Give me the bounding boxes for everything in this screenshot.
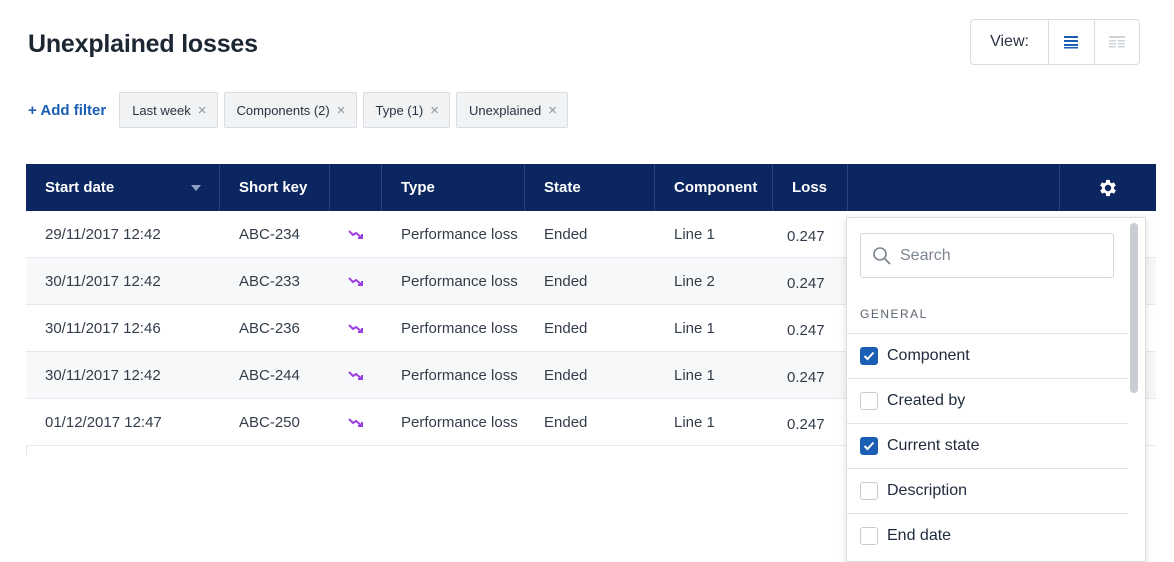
column-header-type[interactable]: Type [382,164,525,211]
table-header: Start date Short key Type State Componen… [26,164,1156,211]
cell-loss: 0.247 [787,274,825,292]
view-switch: View: [970,19,1140,65]
cell-component: Line 1 [674,319,715,337]
trend-down-icon [330,352,382,398]
cell-type: Performance loss [401,413,518,431]
sort-descending-icon [191,184,201,191]
column-header-label: Type [401,179,435,196]
column-header-start-date[interactable]: Start date [26,164,220,211]
cell-short-key: ABC-250 [239,413,300,431]
cell-state: Ended [544,413,588,431]
checkbox-unchecked[interactable] [860,392,878,410]
column-header-state[interactable]: State [525,164,655,211]
section-heading: GENERAL [860,307,928,321]
column-option-label: Component [887,347,970,364]
list-view-icon [1064,36,1079,49]
filter-chip-type[interactable]: Type (1) × [362,92,450,128]
cell-short-key: ABC-236 [239,319,300,337]
column-header-loss[interactable]: Loss [773,164,848,211]
cell-start-date: 29/11/2017 12:42 [45,225,161,243]
cell-loss: 0.247 [787,227,825,245]
cell-type: Performance loss [401,272,518,290]
check-icon [863,351,875,361]
filter-chip-label: Type (1) [375,102,424,118]
close-icon[interactable]: × [430,102,439,119]
column-option-label: End date [887,527,952,544]
column-option-label: Description [887,482,968,499]
checkbox-unchecked[interactable] [860,482,878,500]
column-option-component[interactable]: Component [847,333,1128,378]
column-header-label: Short key [239,179,308,196]
gear-icon [1100,179,1116,196]
trend-down-icon [330,211,382,257]
column-option-end-date[interactable]: End date [847,513,1128,558]
check-icon [863,441,875,451]
column-header-label: Loss [792,179,828,196]
cell-type: Performance loss [401,319,518,337]
column-list: Component Created by Current state Descr… [847,333,1128,558]
filter-bar: + Add filter Last week × Components (2) … [28,92,574,128]
scrollbar-thumb[interactable] [1130,223,1138,393]
column-option-description[interactable]: Description [847,468,1128,513]
column-header-label: State [544,179,581,196]
cell-state: Ended [544,272,588,290]
checkbox-checked[interactable] [860,437,878,455]
trend-down-icon [330,258,382,304]
page-title: Unexplained losses [28,30,258,58]
close-icon[interactable]: × [548,102,557,119]
column-search-box[interactable] [860,233,1114,278]
filter-chip-label: Components (2) [236,102,330,118]
cell-component: Line 1 [674,413,715,431]
column-header-label: Start date [45,179,115,196]
column-search-input[interactable] [900,246,1100,265]
column-option-current-state[interactable]: Current state [847,423,1128,468]
filter-chip-unexplained[interactable]: Unexplained × [455,92,568,128]
grid-view-button[interactable] [1093,20,1139,64]
column-settings-button[interactable] [1060,164,1156,211]
column-option-created-by[interactable]: Created by [847,378,1128,423]
filter-chip-label: Last week [132,102,191,118]
view-label: View: [990,33,1029,50]
cell-component: Line 1 [674,225,715,243]
cell-loss: 0.247 [787,415,825,433]
cell-component: Line 1 [674,366,715,384]
cell-loss: 0.247 [787,368,825,386]
cell-start-date: 30/11/2017 12:42 [45,366,161,384]
column-option-label: Current state [887,437,980,454]
cell-start-date: 30/11/2017 12:42 [45,272,161,290]
column-header-label: Component [674,179,758,196]
cell-state: Ended [544,319,588,337]
column-header-component[interactable]: Component [655,164,773,211]
filter-chip-last-week[interactable]: Last week × [119,92,218,128]
close-icon[interactable]: × [337,102,346,119]
cell-component: Line 2 [674,272,715,290]
filter-chip-label: Unexplained [468,102,542,118]
checkbox-checked[interactable] [860,347,878,365]
column-header-extra [848,164,1060,211]
cell-start-date: 30/11/2017 12:46 [45,319,161,337]
cell-type: Performance loss [401,366,518,384]
column-option-label: Created by [887,392,966,409]
list-view-button[interactable] [1048,20,1093,64]
trend-down-icon [330,305,382,351]
filter-chip-components[interactable]: Components (2) × [223,92,357,128]
cell-loss: 0.247 [787,321,825,339]
cell-short-key: ABC-244 [239,366,300,384]
grid-view-icon [1108,36,1125,48]
cell-state: Ended [544,366,588,384]
search-icon [873,246,891,265]
column-header-trend [330,164,382,211]
trend-down-icon [330,399,382,445]
cell-state: Ended [544,225,588,243]
column-header-short-key[interactable]: Short key [220,164,330,211]
cell-short-key: ABC-233 [239,272,300,290]
cell-type: Performance loss [401,225,518,243]
column-picker-popover: GENERAL Component Created by Current sta… [846,217,1146,562]
add-filter-link[interactable]: + Add filter [28,102,106,119]
cell-start-date: 01/12/2017 12:47 [45,413,162,431]
scrollbar[interactable] [1130,223,1140,558]
close-icon[interactable]: × [198,102,207,119]
checkbox-unchecked[interactable] [860,527,878,545]
cell-short-key: ABC-234 [239,225,300,243]
